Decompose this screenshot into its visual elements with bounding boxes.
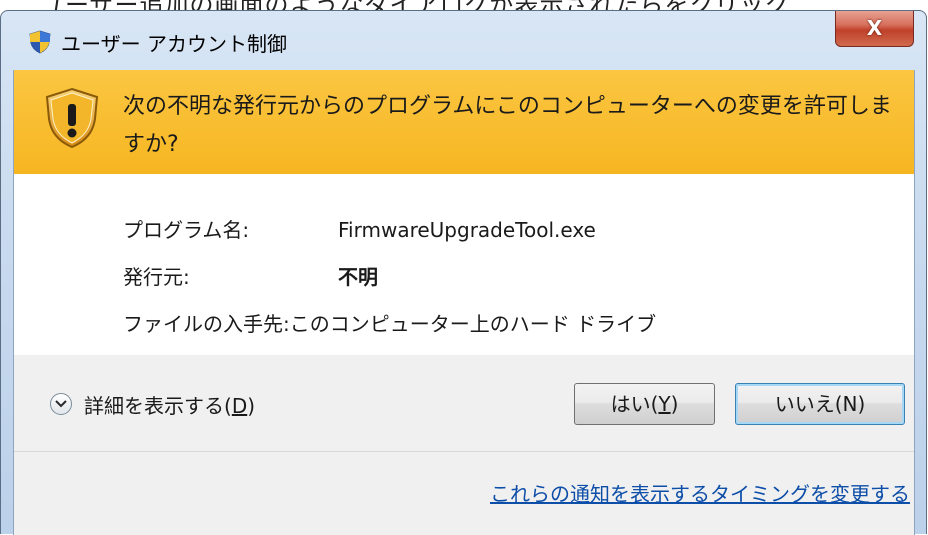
action-area: 詳細を表示する(D) はい(Y) いいえ(N) これらの通知を表示するタイミング…: [14, 355, 914, 535]
window-title: ユーザー アカウント制御: [61, 32, 287, 56]
program-details: プログラム名: FirmwareUpgradeTool.exe 発行元: 不明 ファ…: [14, 174, 914, 355]
uac-shield-icon: [29, 30, 51, 54]
dialog-body: 次の不明な発行元からのプログラムにこのコンピューターへの変更を許可しますか? プ…: [13, 70, 915, 535]
show-details-toggle[interactable]: 詳細を表示する(D): [50, 388, 255, 420]
separator: [14, 451, 914, 452]
publisher-label: 発行元:: [123, 265, 190, 289]
program-name-value: FirmwareUpgradeTool.exe: [338, 218, 596, 242]
close-icon: X: [866, 16, 883, 40]
yes-button[interactable]: はい(Y): [574, 383, 715, 425]
origin-value: このコンピューター上のハード ドライブ: [289, 312, 657, 336]
origin-row: ファイルの入手先:このコンピューター上のハード ドライブ: [123, 308, 656, 337]
title-bar[interactable]: ユーザー アカウント制御 X: [1, 11, 926, 70]
publisher-value: 不明: [338, 265, 378, 289]
warning-message: 次の不明な発行元からのプログラムにこのコンピューターへの変更を許可しますか?: [123, 94, 892, 157]
warning-shield-icon: [45, 87, 99, 149]
program-name-label: プログラム名:: [123, 218, 250, 242]
show-details-label[interactable]: 詳細を表示する(D): [84, 390, 255, 419]
uac-dialog: ユーザー アカウント制御 X 次の不明な発行元からのプログラムにこのコンピュータ…: [0, 10, 927, 535]
origin-label: ファイルの入手先:: [123, 312, 290, 336]
program-name-row: プログラム名: FirmwareUpgradeTool.exe: [123, 214, 596, 243]
chevron-down-icon[interactable]: [50, 393, 72, 415]
close-button[interactable]: X: [835, 11, 914, 47]
notification-settings-link[interactable]: これらの通知を表示するタイミングを変更する: [404, 478, 910, 507]
publisher-row: 発行元: 不明: [123, 261, 378, 290]
warning-banner: 次の不明な発行元からのプログラムにこのコンピューターへの変更を許可しますか?: [14, 70, 914, 174]
no-button[interactable]: いいえ(N): [735, 383, 905, 425]
